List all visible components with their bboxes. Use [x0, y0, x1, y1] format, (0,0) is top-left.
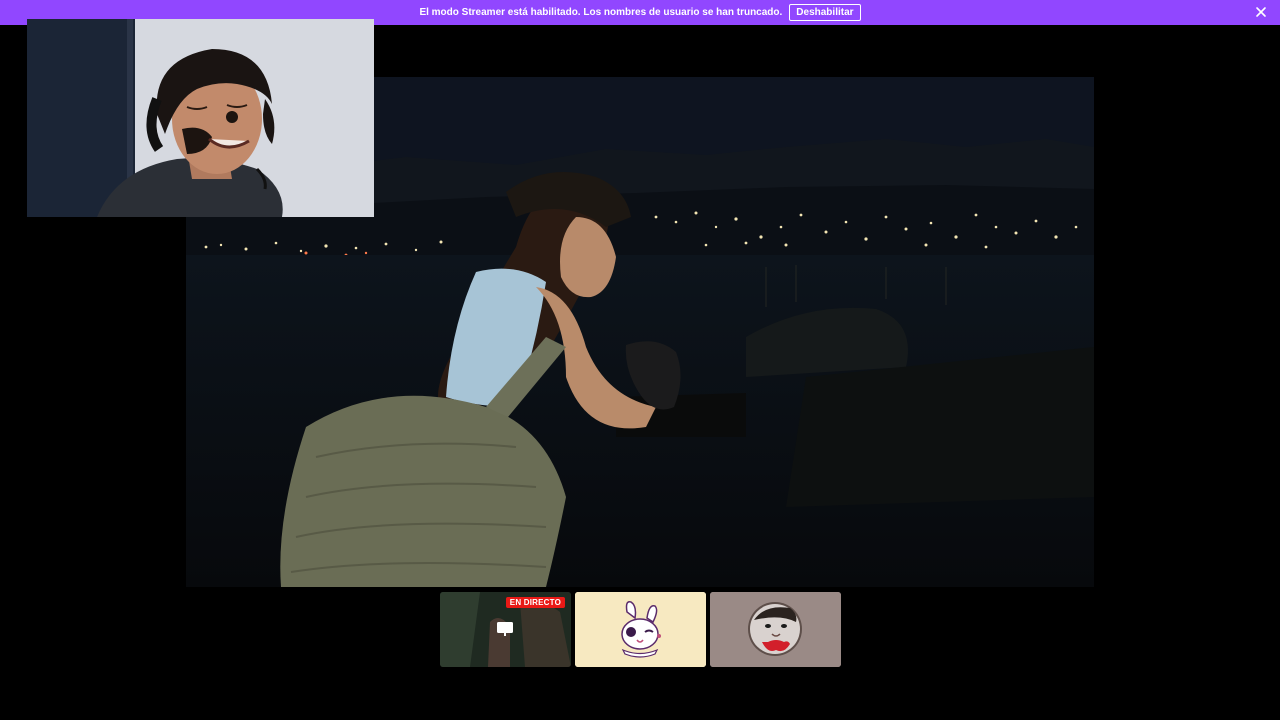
- live-badge: EN DIRECTO: [505, 597, 565, 608]
- screen-share-icon: [495, 619, 515, 639]
- stream-thumbnail-cat[interactable]: [710, 592, 841, 667]
- cat-avatar-icon: [710, 592, 841, 667]
- stream-thumbnail-bunny[interactable]: [575, 592, 706, 667]
- bunny-avatar-icon: [575, 592, 706, 667]
- disable-streamer-mode-button[interactable]: Deshabilitar: [789, 4, 861, 21]
- stream-thumbnail-live[interactable]: EN DIRECTO: [440, 592, 571, 667]
- close-icon[interactable]: [1254, 5, 1268, 19]
- webcam-overlay: [27, 19, 374, 217]
- banner-message: El modo Streamer está habilitado. Los no…: [419, 7, 783, 18]
- webcam-scene: [27, 19, 374, 217]
